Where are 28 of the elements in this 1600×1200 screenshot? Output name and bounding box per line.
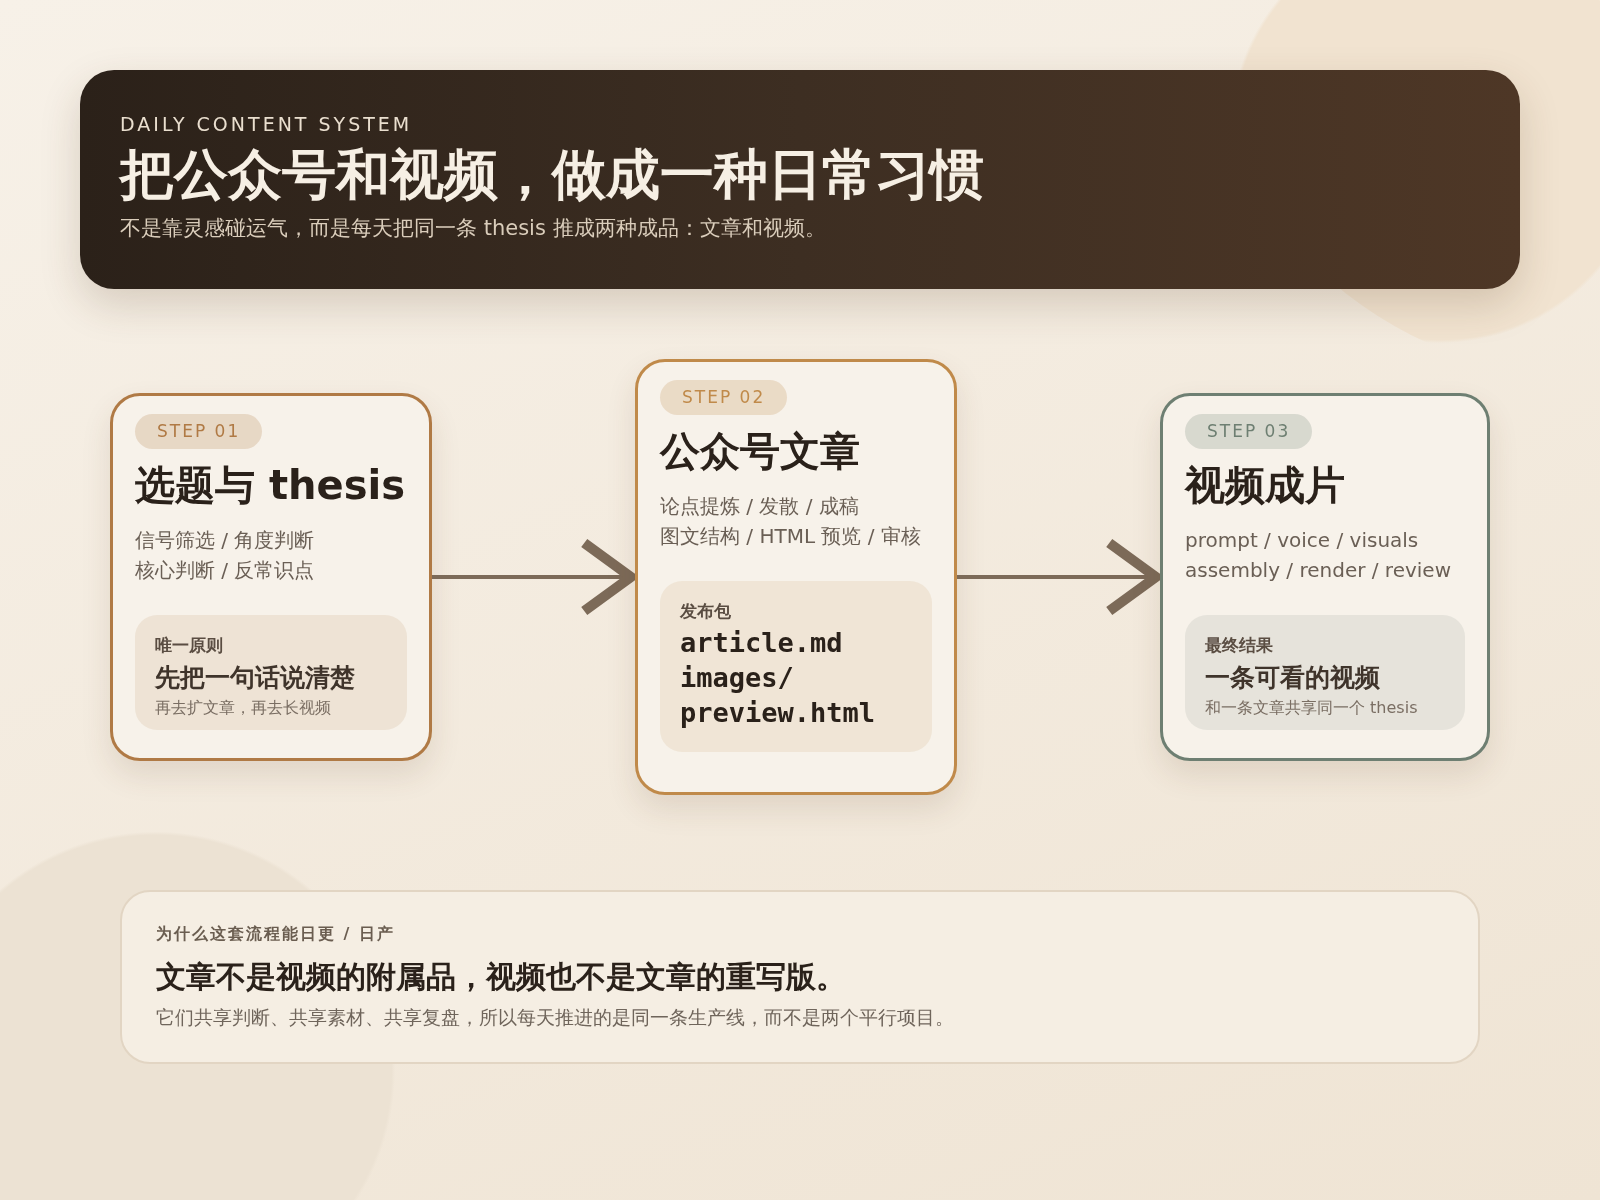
inset-label: 唯一原则	[155, 634, 224, 658]
step-detail: 核心判断 / 反常识点	[135, 557, 315, 585]
step-detail: 图文结构 / HTML 预览 / 审核	[660, 523, 921, 551]
step-title: 公众号文章	[660, 427, 861, 477]
inset-caption: 和一条文章共享同一个 thesis	[1205, 697, 1419, 720]
inset-label: 发布包	[680, 600, 732, 624]
file-name: images/	[680, 660, 795, 695]
step-title: 选题与 thesis	[135, 461, 406, 511]
subtitle-text: 不是靠灵感碰运气，而是每天把同一条 thesis 推成两种成品：文章和视频。	[120, 215, 827, 243]
page-title: 把公众号和视频，做成一种日常习惯	[120, 142, 985, 208]
inset-headline: 一条可看的视频	[1205, 661, 1381, 694]
summary-text: 它们共享判断、共享素材、共享复盘，所以每天推进的是同一条生产线，而不是两个平行项目。	[156, 1005, 955, 1031]
inset-headline: 先把一句话说清楚	[155, 661, 356, 694]
summary-headline: 文章不是视频的附属品，视频也不是文章的重写版。	[156, 958, 847, 997]
step-badge: STEP 01	[135, 413, 263, 450]
summary-eyebrow: 为什么这套流程能日更 / 日产	[156, 923, 396, 946]
step-detail: prompt / voice / visuals	[1185, 527, 1419, 555]
file-name: preview.html	[680, 696, 877, 730]
step-badge: STEP 03	[1185, 413, 1313, 450]
inset-caption: 再去扩文章，再去长视频	[155, 697, 332, 720]
inset-label: 最终结果	[1205, 634, 1274, 658]
file-name: article.md	[680, 625, 844, 660]
eyebrow-text: DAILY CONTENT SYSTEM	[120, 112, 414, 137]
step-badge: STEP 02	[660, 379, 788, 416]
step-detail: assembly / render / review	[1185, 557, 1451, 585]
step-detail: 信号筛选 / 角度判断	[135, 527, 315, 555]
step-detail: 论点提炼 / 发散 / 成稿	[660, 493, 859, 521]
step-title: 视频成片	[1185, 461, 1346, 511]
